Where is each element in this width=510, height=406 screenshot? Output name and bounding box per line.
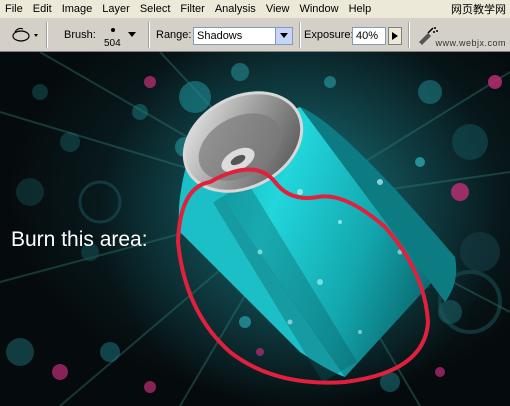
burn-tool-icon	[12, 27, 38, 42]
tool-options-bar: Brush: 504 Range: Shadows Exposure: 40% …	[0, 18, 510, 52]
separator	[299, 22, 301, 48]
image-canvas[interactable]: Burn this area:	[0, 52, 510, 406]
menu-edit[interactable]: Edit	[28, 0, 57, 18]
chevron-down-icon	[275, 28, 292, 44]
range-select[interactable]: Shadows	[193, 27, 293, 45]
menu-bar: File Edit Image Layer Select Filter Anal…	[0, 0, 510, 18]
annotation-label: Burn this area:	[11, 228, 148, 251]
menu-filter[interactable]: Filter	[175, 0, 209, 18]
menu-analysis[interactable]: Analysis	[210, 0, 261, 18]
separator	[148, 22, 150, 48]
exposure-value: 40%	[356, 30, 379, 42]
range-label: Range:	[156, 29, 192, 41]
exposure-field[interactable]: 40%	[352, 27, 386, 45]
separator	[46, 22, 48, 48]
watermark-url: www.webjx.com	[435, 38, 506, 48]
menu-help[interactable]: Help	[344, 0, 377, 18]
watermark-text: 网页教学网	[451, 4, 506, 16]
brush-label: Brush:	[64, 29, 96, 41]
exposure-slider-toggle[interactable]	[388, 27, 402, 45]
brush-dot-icon	[111, 28, 115, 32]
menu-window[interactable]: Window	[294, 0, 343, 18]
chevron-right-icon	[392, 32, 398, 40]
menu-select[interactable]: Select	[135, 0, 176, 18]
tool-preset-picker[interactable]	[8, 23, 42, 47]
menu-layer[interactable]: Layer	[97, 0, 135, 18]
brush-picker[interactable]: 504	[104, 22, 138, 50]
exposure-label: Exposure:	[304, 29, 354, 41]
chevron-down-icon	[128, 32, 136, 37]
brush-size: 504	[104, 38, 121, 49]
menu-file[interactable]: File	[0, 0, 28, 18]
separator	[408, 22, 410, 48]
menu-image[interactable]: Image	[57, 0, 98, 18]
range-value: Shadows	[197, 30, 243, 42]
menu-view[interactable]: View	[261, 0, 295, 18]
